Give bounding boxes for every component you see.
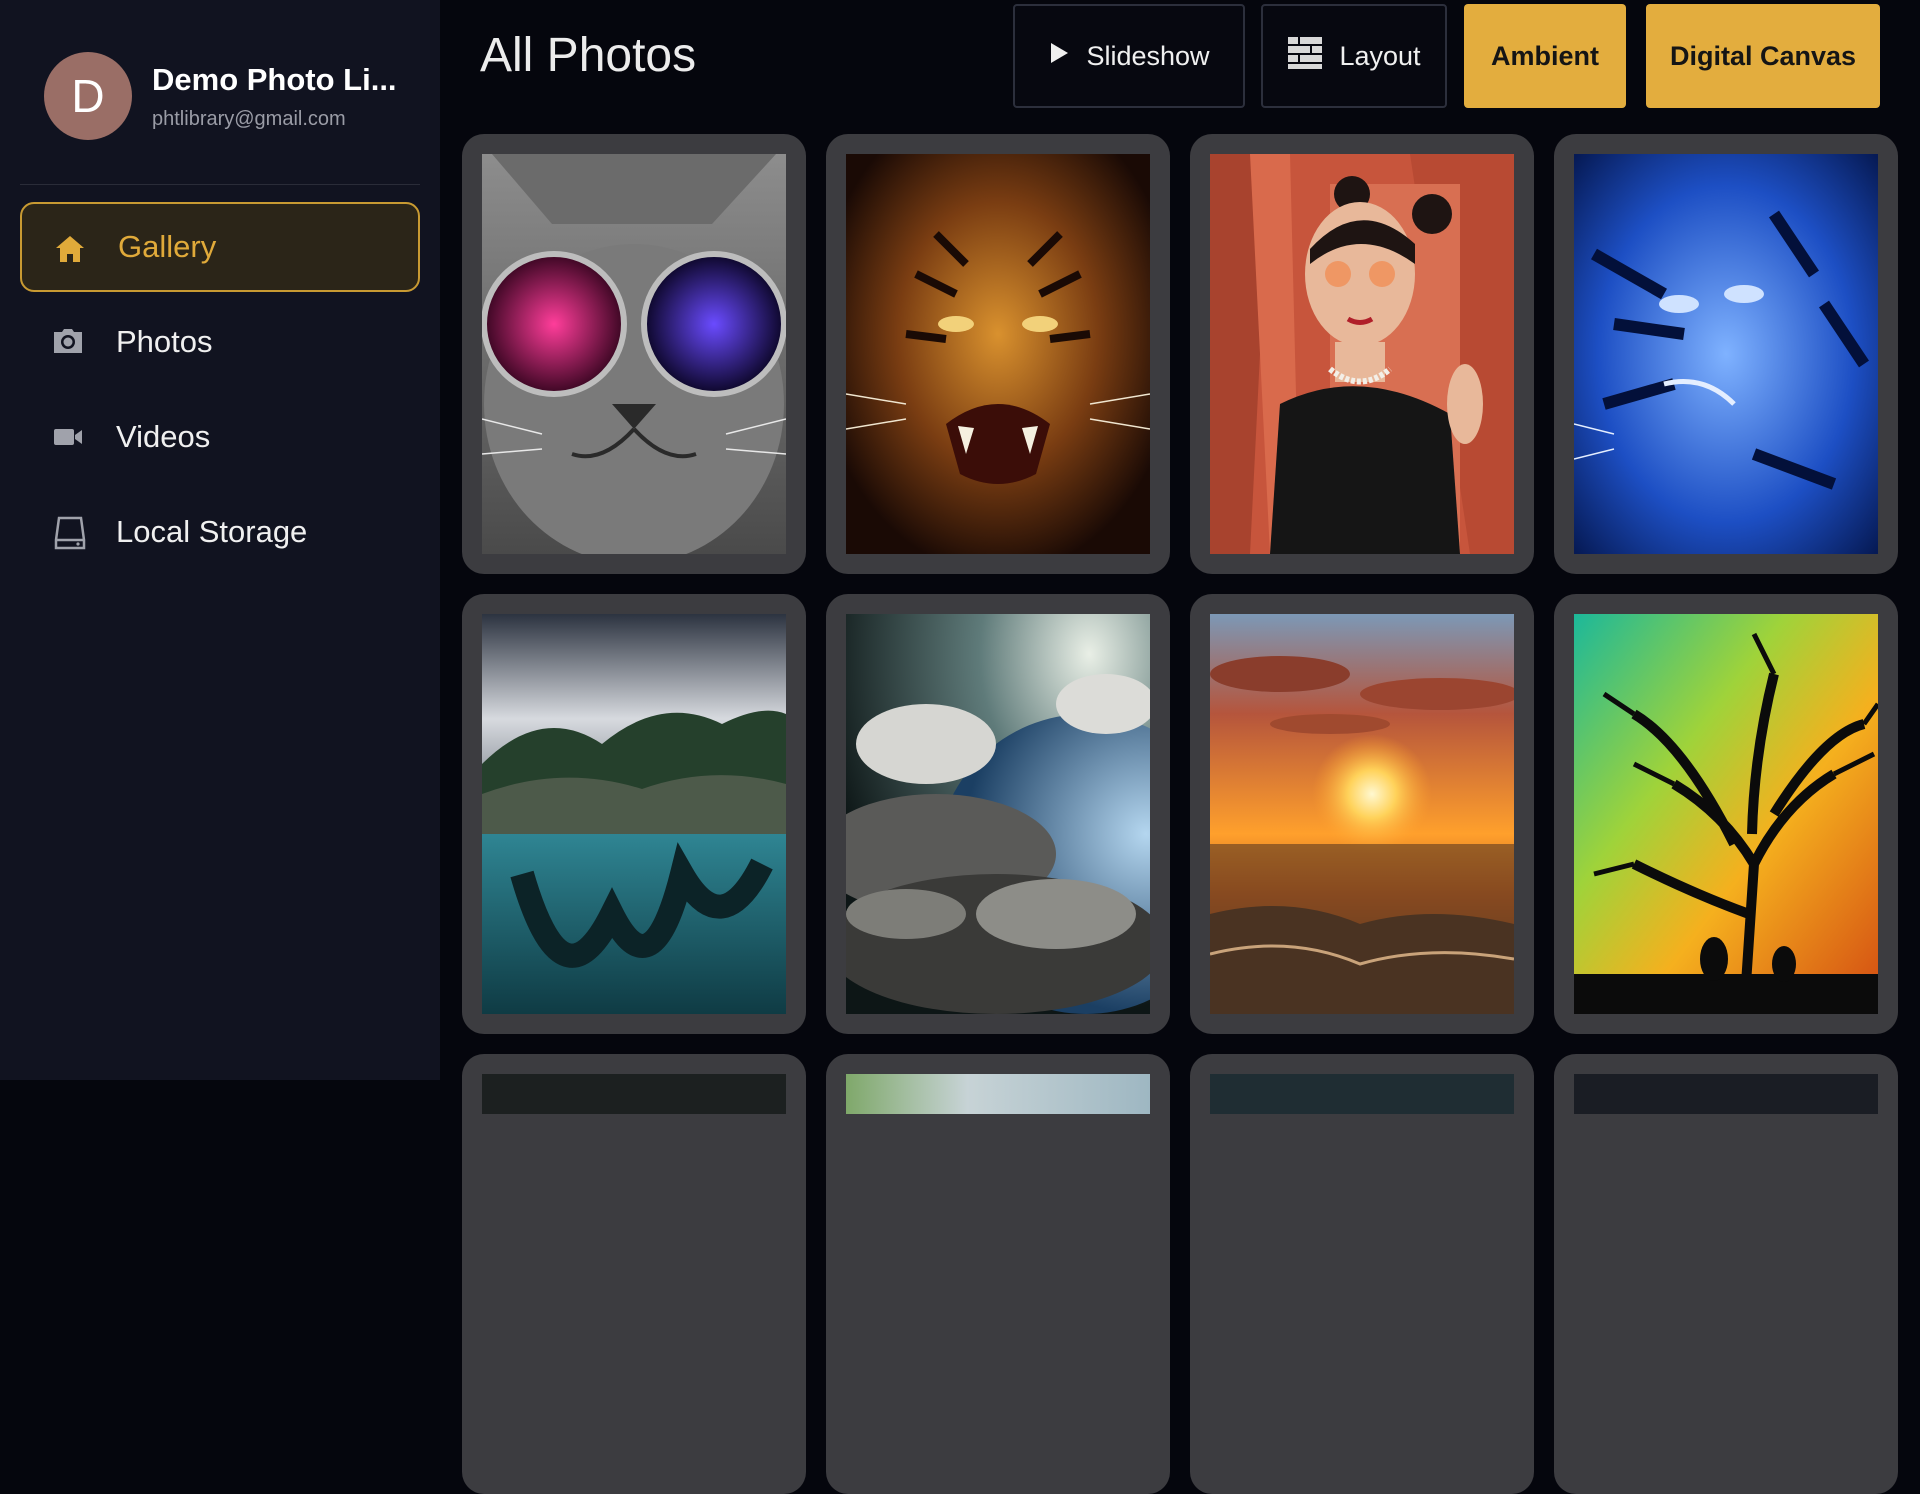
digital-canvas-button[interactable]: Digital Canvas	[1646, 4, 1880, 108]
layout-label: Layout	[1339, 40, 1421, 71]
sidebar-item-label: Photos	[116, 324, 213, 359]
profile-name: Demo Photo Li...	[152, 62, 397, 97]
grid-layout-icon	[1287, 35, 1323, 78]
photo-card[interactable]	[1554, 1054, 1898, 1494]
slideshow-label: Slideshow	[1086, 40, 1210, 71]
photo-card[interactable]	[462, 134, 806, 574]
photo-partial	[846, 1074, 1150, 1114]
home-icon	[52, 231, 88, 267]
photo-card[interactable]	[1554, 594, 1898, 1034]
photo-partial	[1210, 1074, 1514, 1114]
camera-icon	[50, 324, 86, 360]
ambient-button[interactable]: Ambient	[1464, 4, 1626, 108]
photo-island-lake	[482, 614, 786, 1014]
photo-partial	[482, 1074, 786, 1114]
storage-drive-icon	[50, 514, 86, 550]
photo-tiger-roar	[846, 154, 1150, 554]
photo-partial	[1574, 1074, 1878, 1114]
page-title: All Photos	[480, 29, 697, 82]
sidebar-item-photos[interactable]: Photos	[20, 297, 420, 387]
photo-card[interactable]	[826, 594, 1170, 1034]
photo-sunset-sea	[1210, 614, 1514, 1014]
photo-card[interactable]	[462, 594, 806, 1034]
digital-canvas-label: Digital Canvas	[1669, 40, 1857, 71]
sidebar-item-gallery[interactable]: Gallery	[20, 202, 420, 292]
layout-button[interactable]: Layout	[1261, 4, 1447, 108]
photo-card[interactable]	[1190, 134, 1534, 574]
ambient-label: Ambient	[1491, 40, 1599, 71]
photo-card[interactable]	[1190, 1054, 1534, 1494]
slideshow-button[interactable]: Slideshow	[1013, 4, 1245, 108]
photo-cat-sunglasses	[482, 154, 786, 554]
photo-card[interactable]	[1554, 134, 1898, 574]
play-icon	[1048, 41, 1070, 72]
video-camera-icon	[50, 419, 86, 455]
profile-email: phtlibrary@gmail.com	[152, 108, 346, 130]
user-profile[interactable]: D Demo Photo Li... phtlibrary@gmail.com	[44, 52, 424, 140]
photo-card[interactable]	[462, 1054, 806, 1494]
sidebar-item-local-storage[interactable]: Local Storage	[20, 487, 420, 577]
photo-blue-tiger	[1574, 154, 1878, 554]
photo-colorful-tree	[1574, 614, 1878, 1014]
sidebar-item-videos[interactable]: Videos	[20, 392, 420, 482]
avatar: D	[44, 52, 132, 140]
photo-card[interactable]	[826, 1054, 1170, 1494]
sidebar: D Demo Photo Li... phtlibrary@gmail.com …	[0, 0, 440, 1080]
photo-card[interactable]	[1190, 594, 1534, 1034]
sidebar-divider	[20, 184, 420, 185]
photo-card[interactable]	[826, 134, 1170, 574]
sidebar-item-label: Local Storage	[116, 514, 308, 549]
sidebar-item-label: Videos	[116, 419, 211, 454]
photo-woman-red-curtain	[1210, 154, 1514, 554]
photo-planet-clouds	[846, 614, 1150, 1014]
sidebar-item-label: Gallery	[118, 229, 217, 264]
